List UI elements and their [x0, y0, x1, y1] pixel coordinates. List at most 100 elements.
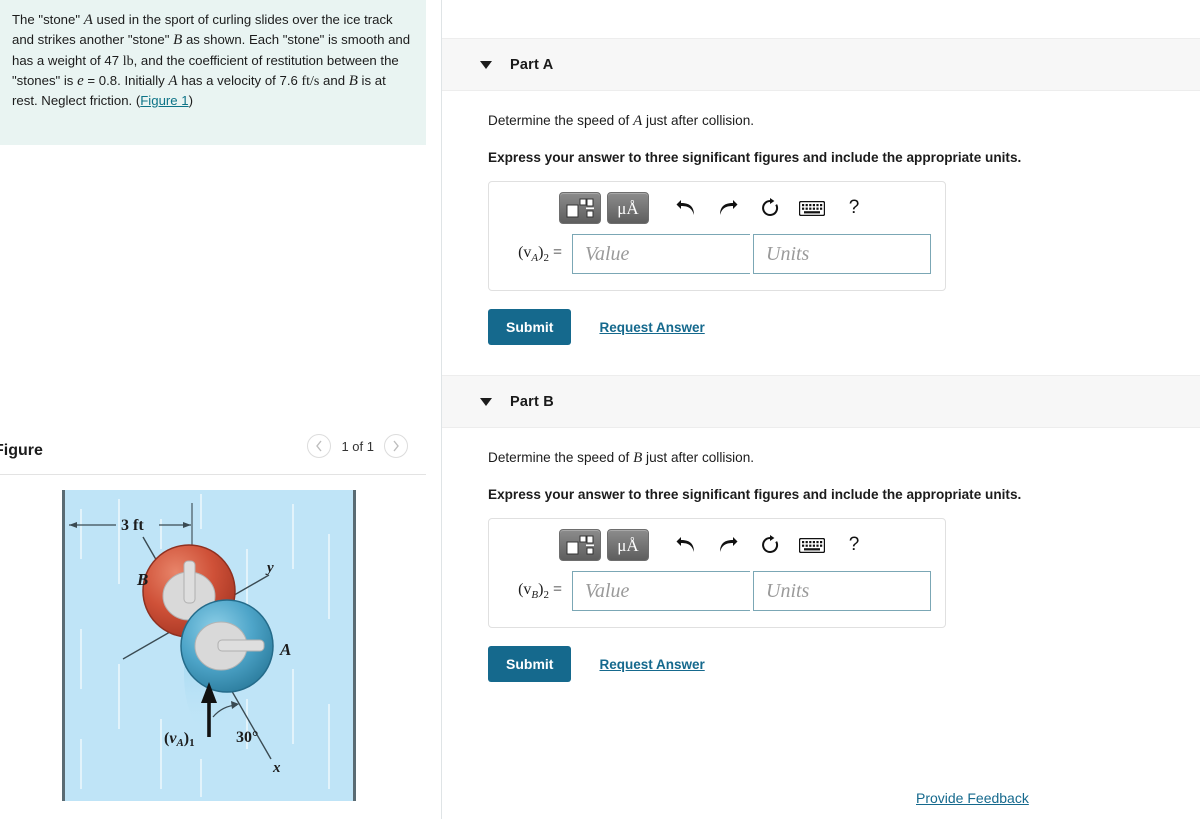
part-b-prompt-post: just after collision.: [642, 450, 755, 465]
figure-diagram[interactable]: 3 ft x y B A 30° (vA)1: [61, 489, 357, 802]
reset-icon[interactable]: [749, 529, 791, 561]
part-b-submit-row: Submit Request Answer: [488, 646, 1200, 682]
units-button-label: μÅ: [617, 198, 639, 218]
page-root: The "stone" A used in the sport of curli…: [0, 0, 1200, 819]
help-icon-label: ?: [848, 197, 860, 218]
part-a-prompt-pre: Determine the speed of: [488, 113, 634, 128]
x-axis-label: x: [272, 760, 281, 776]
top-spacer: [442, 0, 1200, 38]
part-b-instruction: Express your answer to three significant…: [488, 487, 1022, 502]
help-icon[interactable]: ?: [833, 192, 875, 224]
caret-down-icon[interactable]: [480, 397, 492, 406]
math-template-glyph: [566, 535, 594, 555]
part-a-answer-label: (vA)2 =: [503, 244, 572, 264]
problem-text-seg-7: and: [319, 72, 349, 88]
stone-a: [180, 599, 274, 693]
part-b-label-eq: =: [548, 580, 562, 598]
unit-ft-per-s: ft/s: [301, 73, 320, 89]
provide-feedback-link[interactable]: Provide Feedback: [916, 790, 1029, 806]
units-button[interactable]: μÅ: [607, 529, 649, 561]
part-b-answer-toolbar: μÅ ?: [489, 519, 945, 571]
symbol-b-1: B: [173, 32, 183, 49]
keyboard-icon[interactable]: [791, 192, 833, 224]
part-a-submit-row: Submit Request Answer: [488, 309, 1200, 345]
right-column: Part A Determine the speed of A just aft…: [442, 0, 1200, 819]
stone-b-label: B: [136, 570, 148, 589]
part-b-answer-row: (vB)2 =: [489, 571, 945, 627]
keyboard-glyph: [799, 537, 825, 553]
part-a-label: Part A: [510, 56, 554, 73]
part-a-prompt: Determine the speed of A just after coll…: [488, 113, 1200, 130]
part-a-value-input[interactable]: [572, 234, 750, 274]
chevron-right-icon: [393, 440, 399, 452]
part-a-answer-box: μÅ ? (vA)2 = Value Units: [488, 181, 946, 291]
math-template-icon[interactable]: [559, 192, 601, 224]
keyboard-glyph: [799, 200, 825, 216]
units-button-label: μÅ: [617, 535, 639, 555]
part-a-request-answer-link[interactable]: Request Answer: [599, 320, 704, 335]
figure-panel-title: Figure: [0, 442, 43, 459]
reset-icon[interactable]: [749, 192, 791, 224]
part-a-label-pre: (v: [518, 243, 532, 261]
reset-glyph: [762, 198, 779, 216]
unit-lb: lb: [122, 53, 134, 69]
curling-diagram-svg: 3 ft x y B A 30° (vA)1: [62, 490, 356, 801]
part-a-label-eq: =: [548, 243, 562, 261]
figure-pager: 1 of 1: [307, 434, 408, 458]
stone-a-label: A: [279, 640, 291, 659]
redo-icon[interactable]: [707, 529, 749, 561]
part-b-value-input[interactable]: [572, 571, 750, 611]
part-b-request-answer-link[interactable]: Request Answer: [599, 657, 704, 672]
problem-statement-panel: The "stone" A used in the sport of curli…: [0, 0, 426, 145]
problem-text-seg-6: has a velocity of 7.6: [177, 72, 302, 88]
undo-icon[interactable]: [665, 192, 707, 224]
undo-glyph: [676, 537, 694, 552]
math-template-icon[interactable]: [559, 529, 601, 561]
redo-icon[interactable]: [707, 192, 749, 224]
part-a-units-input[interactable]: [753, 234, 931, 274]
dimension-label: 3 ft: [121, 517, 144, 534]
part-a-answer-row: (vA)2 =: [489, 234, 945, 290]
part-a-bottom-spacer: [488, 345, 1200, 375]
angle-label: 30°: [236, 729, 258, 746]
problem-text-seg-5: = 0.8. Initially: [83, 72, 169, 88]
help-icon-label: ?: [848, 534, 860, 555]
redo-glyph: [720, 200, 738, 215]
caret-down-icon[interactable]: [480, 60, 492, 69]
part-a-header[interactable]: Part A: [442, 38, 1200, 91]
part-a-prompt-symbol: A: [633, 113, 643, 129]
figure-prev-button[interactable]: [307, 434, 332, 458]
symbol-e: e: [77, 72, 84, 89]
part-b-prompt-pre: Determine the speed of: [488, 450, 634, 465]
symbol-a-2: A: [168, 72, 178, 89]
part-a-body: Determine the speed of A just after coll…: [442, 91, 1200, 375]
undo-icon[interactable]: [665, 529, 707, 561]
part-b-label: Part B: [510, 393, 554, 410]
figure-divider: [0, 474, 426, 475]
problem-text-seg-9: ): [188, 93, 194, 109]
part-b-submit-button[interactable]: Submit: [488, 646, 572, 682]
part-b-body: Determine the speed of B just after coll…: [442, 428, 1200, 682]
part-b-prompt-symbol: B: [633, 450, 643, 466]
reset-glyph: [762, 535, 779, 553]
figure-1-link[interactable]: Figure 1: [140, 93, 188, 108]
part-b-label-pre: (v: [518, 580, 532, 598]
part-a-submit-button[interactable]: Submit: [488, 309, 572, 345]
undo-glyph: [676, 200, 694, 215]
symbol-a-1: A: [83, 12, 93, 28]
problem-statement-text: The "stone" A used in the sport of curli…: [12, 10, 412, 110]
part-a-instruction: Express your answer to three significant…: [488, 150, 1022, 165]
part-a-prompt-post: just after collision.: [642, 113, 755, 128]
figure-next-button[interactable]: [384, 434, 408, 458]
help-icon[interactable]: ?: [833, 529, 875, 561]
redo-glyph: [720, 537, 738, 552]
keyboard-icon[interactable]: [791, 529, 833, 561]
part-b-units-input[interactable]: [753, 571, 931, 611]
y-axis-label: y: [265, 560, 274, 576]
part-b-answer-label: (vB)2 =: [503, 581, 572, 601]
units-button[interactable]: μÅ: [607, 192, 649, 224]
math-template-glyph: [566, 198, 594, 218]
part-b-header[interactable]: Part B: [442, 375, 1200, 428]
symbol-b-2: B: [348, 72, 358, 89]
figure-header: Figure 1 of 1: [0, 428, 426, 474]
